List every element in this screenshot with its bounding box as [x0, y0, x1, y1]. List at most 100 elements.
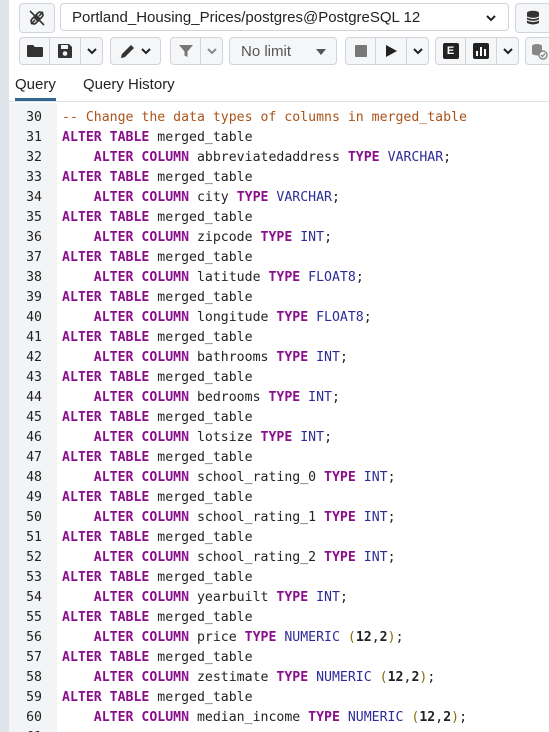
line-number: 40: [26, 310, 42, 325]
code-line: 48 ALTER COLUMN school_rating_0 TYPE INT…: [9, 468, 549, 488]
tab-query-history[interactable]: Query History: [83, 76, 175, 93]
line-number: 49: [26, 490, 42, 505]
code-token: merged_table: [149, 650, 253, 665]
code-token: TYPE: [324, 470, 356, 485]
explain-button[interactable]: E: [435, 37, 466, 65]
code-token: merged_table: [149, 690, 253, 705]
line-code: ALTER TABLE merged_table: [62, 248, 253, 268]
code-token: ;: [331, 190, 340, 205]
line-code: ALTER TABLE merged_table: [62, 288, 253, 308]
code-line: 57 ALTER TABLE merged_table: [9, 648, 549, 668]
code-token: merged_table: [149, 330, 253, 345]
code-token: ;: [395, 630, 404, 645]
code-token: merged_table: [149, 130, 253, 145]
code-token: ALTER TABLE: [62, 170, 150, 185]
explain-options-dropdown[interactable]: [497, 37, 519, 65]
tab-query[interactable]: Query: [15, 76, 56, 101]
line-number: 60: [26, 710, 42, 725]
execute-options-dropdown[interactable]: [407, 37, 429, 65]
new-connection-button[interactable]: [515, 3, 549, 33]
code-line: 35 ALTER TABLE merged_table: [9, 208, 549, 228]
code-line: 31 ALTER TABLE merged_table: [9, 128, 549, 148]
line-code: ALTER TABLE merged_table: [62, 408, 253, 428]
code-token: ALTER COLUMN: [93, 470, 190, 485]
chevron-down-icon: [141, 48, 151, 55]
line-code: ALTER TABLE merged_table: [62, 208, 253, 228]
code-token: zestimate: [189, 670, 277, 685]
commit-button[interactable]: [525, 37, 549, 65]
code-line: 30 -- Change the data types of columns in…: [9, 108, 549, 128]
save-button[interactable]: [50, 37, 81, 65]
code-token: merged_table: [149, 450, 253, 465]
line-number: 53: [26, 570, 42, 585]
code-token: TYPE: [276, 670, 309, 685]
code-token: ,: [371, 630, 380, 645]
execute-button[interactable]: [376, 37, 407, 65]
line-code: ALTER COLUMN bedrooms TYPE INT;: [62, 388, 340, 408]
line-number: 35: [26, 210, 42, 225]
stop-button[interactable]: [345, 37, 376, 65]
code-line: 38 ALTER COLUMN latitude TYPE FLOAT8;: [9, 268, 549, 288]
code-line: 54 ALTER COLUMN yearbuilt TYPE INT;: [9, 588, 549, 608]
tab-query-label: Query: [15, 76, 56, 93]
filter-options-dropdown[interactable]: [201, 37, 223, 65]
save-options-dropdown[interactable]: [81, 37, 103, 65]
code-token: FLOAT8: [316, 310, 364, 325]
code-token: ;: [332, 390, 340, 405]
stop-icon: [354, 45, 367, 57]
code-token: yearbuilt: [189, 590, 277, 605]
code-line: 43 ALTER TABLE merged_table: [9, 368, 549, 388]
code-line: 34 ALTER COLUMN city TYPE VARCHAR;: [9, 188, 549, 208]
line-code: ALTER COLUMN school_rating_2 TYPE INT;: [62, 548, 396, 568]
code-token: TYPE: [260, 430, 293, 445]
code-token: ALTER COLUMN: [93, 590, 190, 605]
explain-icon: E: [442, 43, 459, 59]
explain-analyze-button[interactable]: [466, 37, 497, 65]
line-code: ALTER COLUMN latitude TYPE FLOAT8;: [62, 268, 364, 288]
line-number: 32: [26, 150, 42, 165]
code-token: TYPE: [276, 350, 309, 365]
code-token: FLOAT8: [308, 270, 356, 285]
line-number: 56: [26, 630, 42, 645]
code-token: 12: [419, 710, 436, 725]
row-limit-value: No limit: [241, 42, 292, 60]
line-code: ALTER COLUMN longitude TYPE FLOAT8;: [62, 308, 372, 328]
pencil-icon: [121, 45, 134, 58]
code-token: ALTER COLUMN: [93, 190, 190, 205]
line-code: ALTER TABLE merged_table: [62, 688, 253, 708]
code-token: ;: [387, 510, 396, 525]
line-code: -- Change the data types of columns in m…: [62, 108, 467, 128]
connection-label: Portland_Housing_Prices/postgres@Postgre…: [72, 8, 421, 26]
edit-button[interactable]: [110, 37, 161, 65]
code-token: (: [379, 670, 388, 685]
line-number: 54: [26, 590, 42, 605]
row-limit-select[interactable]: No limit: [229, 37, 337, 65]
open-file-button[interactable]: [19, 37, 50, 65]
code-token: school_rating_1: [189, 510, 325, 525]
code-line: 53 ALTER TABLE merged_table: [9, 568, 549, 588]
filter-button[interactable]: [170, 37, 201, 65]
code-token: lotsize: [189, 430, 261, 445]
sql-editor[interactable]: 30 -- Change the data types of columns in…: [9, 103, 549, 732]
line-code: ALTER COLUMN yearbuilt TYPE INT;: [62, 588, 348, 608]
code-line: 56 ALTER COLUMN price TYPE NUMERIC (12,2…: [9, 628, 549, 648]
code-token: ALTER COLUMN: [93, 390, 190, 405]
chevron-down-icon: [86, 48, 97, 55]
line-code: ALTER TABLE merged_table: [62, 488, 253, 508]
line-code: ALTER COLUMN school_rating_0 TYPE INT;: [62, 468, 396, 488]
connection-status-button[interactable]: [19, 3, 55, 33]
line-code: ALTER TABLE merged_table: [62, 528, 253, 548]
code-token: INT: [316, 350, 340, 365]
line-number: 57: [26, 650, 42, 665]
connection-select[interactable]: Portland_Housing_Prices/postgres@Postgre…: [60, 3, 509, 31]
code-token: merged_table: [149, 570, 253, 585]
code-token: NUMERIC: [316, 670, 372, 685]
code-token: price: [189, 630, 245, 645]
line-number: 46: [26, 430, 42, 445]
code-token: ALTER TABLE: [62, 570, 150, 585]
